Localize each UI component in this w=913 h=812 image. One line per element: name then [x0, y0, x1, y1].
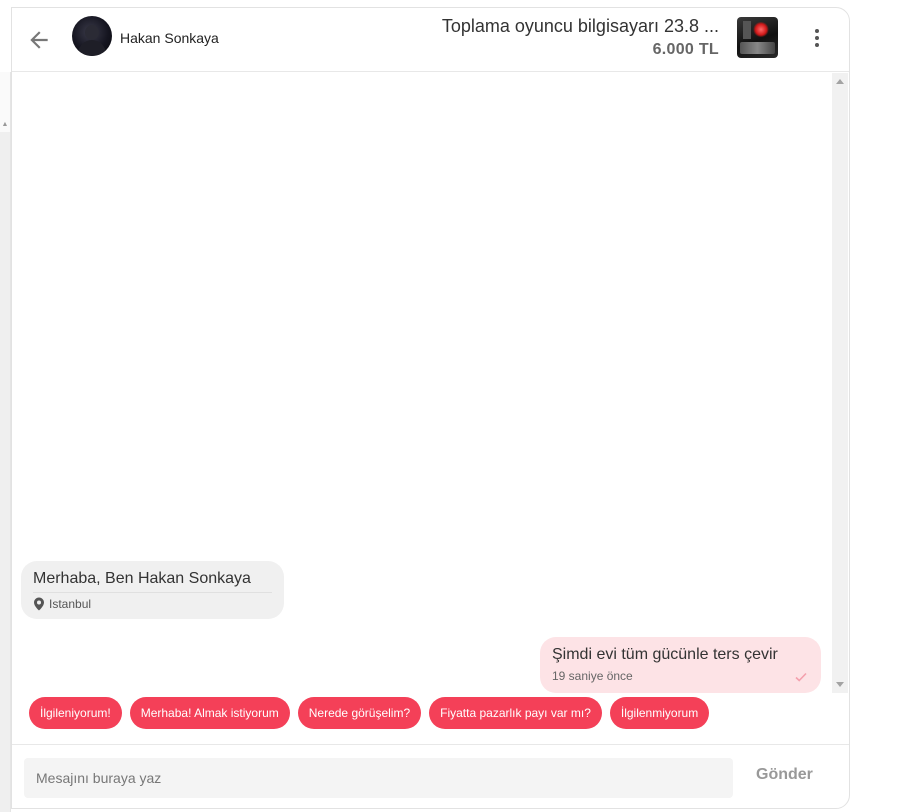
outgoing-message: Şimdi evi tüm gücünle ters çevir 19 sani…: [540, 637, 821, 693]
quick-reply-where-to-meet[interactable]: Nerede görüşelim?: [297, 697, 422, 729]
location-text: Istanbul: [49, 597, 92, 611]
message-scrollbar[interactable]: [832, 73, 848, 693]
message-composer: Gönder: [12, 744, 849, 809]
left-panel-edge: ▲: [0, 72, 11, 812]
scroll-down-icon[interactable]: [836, 682, 844, 687]
thumbnail-monitor: [743, 21, 751, 39]
arrow-left-icon: [30, 31, 48, 49]
quick-reply-negotiable[interactable]: Fiyatta pazarlık payı var mı?: [429, 697, 602, 729]
thumbnail-glow: [753, 22, 769, 37]
product-thumbnail[interactable]: [737, 17, 778, 58]
message-text: Şimdi evi tüm gücünle ters çevir: [552, 646, 778, 663]
message-input[interactable]: [24, 758, 733, 798]
product-price: 6.000 TL: [652, 41, 719, 58]
left-scroll-up-icon[interactable]: ▲: [1, 120, 9, 130]
back-button[interactable]: [26, 27, 52, 53]
left-scrollbar-track[interactable]: [0, 132, 10, 812]
avatar-head: [85, 25, 99, 40]
user-name[interactable]: Hakan Sonkaya: [120, 30, 219, 46]
message-text: Merhaba, Ben Hakan Sonkaya: [33, 570, 272, 593]
quick-reply-not-interested[interactable]: İlgilenmiyorum: [609, 697, 710, 729]
scroll-up-icon[interactable]: [836, 79, 844, 84]
quick-reply-interested[interactable]: İlgileniyorum!: [29, 697, 122, 729]
message-list: Merhaba, Ben Hakan Sonkaya Istanbul Şimd…: [12, 73, 849, 693]
message-location: Istanbul: [33, 597, 272, 611]
thumbnail-keyboard: [740, 42, 775, 54]
more-vertical-icon: [805, 29, 829, 47]
quick-replies: İlgileniyorum! Merhaba! Almak istiyorum …: [29, 697, 710, 729]
more-options-button[interactable]: [805, 26, 829, 54]
incoming-message: Merhaba, Ben Hakan Sonkaya Istanbul: [21, 561, 284, 619]
avatar-shoulders: [78, 40, 106, 56]
product-title[interactable]: Toplama oyuncu bilgisayarı 23.8 ...: [442, 16, 719, 37]
check-icon: [795, 672, 807, 682]
send-button[interactable]: Gönder: [756, 766, 813, 784]
chat-window: Hakan Sonkaya Toplama oyuncu bilgisayarı…: [11, 7, 850, 809]
quick-reply-want-to-buy[interactable]: Merhaba! Almak istiyorum: [129, 697, 290, 729]
chat-header: Hakan Sonkaya Toplama oyuncu bilgisayarı…: [12, 8, 849, 72]
location-pin-icon: [34, 597, 44, 611]
avatar[interactable]: [72, 16, 112, 56]
message-timestamp: 19 saniye önce: [552, 669, 633, 683]
product-info[interactable]: Toplama oyuncu bilgisayarı 23.8 ... 6.00…: [442, 16, 719, 59]
